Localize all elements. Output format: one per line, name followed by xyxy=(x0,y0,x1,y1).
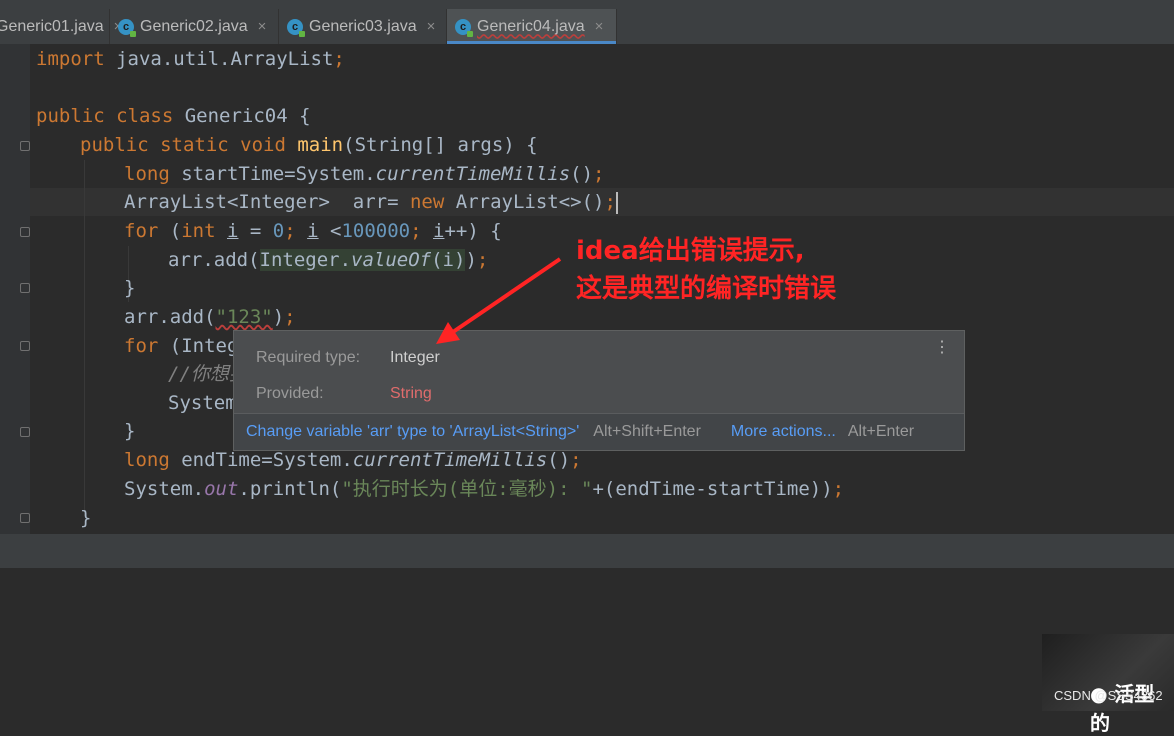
watermark: CSDN @SSS4362 xyxy=(1054,688,1163,703)
thumbnail-caption: ● 活型的 xyxy=(1090,682,1155,735)
annotation-arrow-icon xyxy=(436,257,562,344)
annotation-note: idea给出错误提示, 这是典型的编译时错误 xyxy=(576,232,836,308)
annotation-line: idea给出错误提示, xyxy=(576,236,805,266)
annotation-line: 这是典型的编译时错误 xyxy=(576,274,837,304)
